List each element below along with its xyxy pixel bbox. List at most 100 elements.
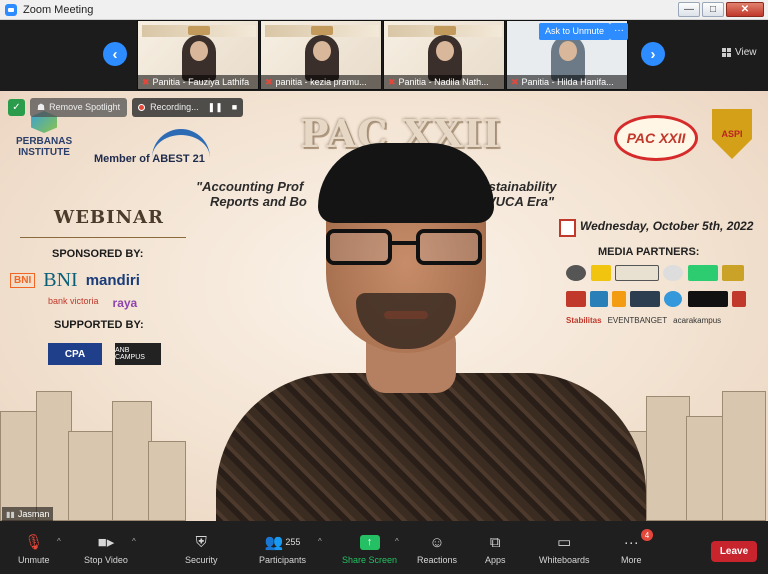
participant-label: ✖ Panitia - Fauziya Lathifa	[138, 75, 258, 89]
sponsor-logos-row2: bank victoria raya	[48, 296, 137, 310]
whiteboards-label: Whiteboards	[539, 555, 590, 565]
more-label: More	[621, 555, 642, 565]
participant-name: Panitia - Fauziya Lathifa	[152, 77, 250, 87]
muted-mic-icon: ✖	[142, 77, 150, 87]
thumbnail-strip: ‹ ✖ Panitia - Fauziya Lathifa ✖ panitia - …	[0, 20, 768, 91]
recording-indicator: Recording... ❚❚ ■	[132, 98, 244, 117]
whiteboard-icon: ▭	[557, 534, 572, 551]
stop-video-label: Stop Video	[84, 555, 128, 565]
ornament-divider	[20, 237, 186, 238]
participants-options-caret[interactable]: ^	[318, 537, 322, 546]
share-screen-label: Share Screen	[342, 555, 398, 565]
reactions-button[interactable]: ☺ Reactions	[417, 531, 458, 566]
muted-microphone-icon: 🎙	[24, 534, 44, 551]
participant-thumbnail[interactable]: ✖ panitia - kezia pramu...	[260, 20, 382, 90]
muted-mic-icon: ✖	[265, 77, 273, 87]
participant-label: ✖ Panitia - Nadila Nath...	[384, 75, 504, 89]
participant-name: Panitia - Nadila Nath...	[398, 77, 489, 87]
participant-thumbnail[interactable]: ✖ Panitia - Fauziya Lathifa	[137, 20, 259, 90]
apps-label: Apps	[485, 555, 506, 565]
share-options-caret[interactable]: ^	[395, 537, 399, 546]
reactions-label: Reactions	[417, 555, 458, 565]
notification-badge: 4	[641, 529, 653, 541]
participants-count: 255	[285, 537, 301, 547]
remove-spotlight-label: Remove Spotlight	[49, 102, 121, 112]
bank-victoria-logo: bank victoria	[48, 296, 99, 306]
abest-label: Member of ABEST 21	[94, 153, 205, 165]
bni-logo: BNI	[43, 269, 78, 291]
minimize-button[interactable]: —	[678, 2, 700, 17]
raya-logo: raya	[112, 296, 138, 310]
sponsored-by-heading: SPONSORED BY:	[52, 248, 144, 260]
recording-label: Recording...	[150, 102, 199, 112]
remove-spotlight-button[interactable]: ☗ Remove Spotlight	[30, 98, 128, 117]
participant-thumbnail[interactable]: ✖ Panitia - Nadila Nath...	[383, 20, 505, 90]
media-partner-logo	[732, 291, 746, 307]
institute-name-line1: PERBANAS	[16, 136, 73, 147]
whiteboards-button[interactable]: ▭ Whiteboards	[539, 531, 590, 565]
media-partner-logo	[664, 291, 682, 307]
sponsor-logos: BNI BNI mandiri	[10, 269, 140, 292]
apps-button[interactable]: ⧉ Apps	[485, 531, 506, 566]
more-button[interactable]: ··· 4 More	[621, 529, 653, 565]
video-options-caret[interactable]: ^	[132, 537, 136, 546]
cpa-logo: CPA	[48, 343, 102, 365]
stop-recording-button[interactable]: ■	[232, 98, 237, 117]
participants-icon: 👥 255	[264, 534, 301, 551]
share-screen-icon: ↑	[359, 531, 380, 553]
close-button[interactable]: ✕	[726, 2, 764, 17]
spotlight-icon: ☗	[37, 102, 46, 112]
ask-to-unmute-button[interactable]: Ask to Unmute	[539, 23, 611, 40]
speaker-name-tag: ▮▮ Jasman	[2, 507, 54, 521]
security-button[interactable]: ⛨ Security	[185, 531, 218, 566]
anb-campus-logo: ANB CAMPUS	[115, 343, 161, 365]
muted-mic-icon: ✖	[388, 77, 396, 87]
bni-small-logo: BNI	[10, 273, 36, 288]
acarakampus-logo: acarakampus	[673, 316, 722, 325]
maximize-button[interactable]: □	[702, 2, 724, 17]
view-button[interactable]: View	[722, 47, 757, 58]
grid-view-icon	[722, 48, 731, 57]
supported-by-heading: SUPPORTED BY:	[54, 319, 144, 331]
view-label: View	[735, 47, 757, 58]
media-partner-logo	[688, 291, 728, 307]
previous-page-button[interactable]: ‹	[103, 42, 127, 66]
participant-name: Panitia - Hilda Hanifa...	[521, 77, 614, 87]
meeting-status-bar: ✓ ☗ Remove Spotlight Recording... ❚❚ ■	[8, 98, 244, 117]
shield-icon: ⛨	[195, 533, 207, 551]
aspi-logo: ASPI	[712, 109, 752, 159]
more-dots-icon: ···	[623, 533, 639, 551]
participants-button[interactable]: 👥 255 Participants	[259, 531, 306, 565]
share-screen-button[interactable]: ↑ Share Screen	[342, 531, 397, 565]
unmute-label: Unmute	[18, 555, 50, 565]
audio-options-caret[interactable]: ^	[57, 537, 61, 546]
media-partner-logo	[663, 265, 683, 281]
left-buildings-illustration	[0, 381, 190, 521]
signal-bars-icon: ▮▮	[6, 510, 15, 519]
participant-name: panitia - kezia pramu...	[275, 77, 367, 87]
recording-dot-icon	[138, 104, 146, 111]
unmute-button[interactable]: 🎙 Unmute	[18, 531, 50, 565]
security-shield-icon: ✓	[8, 99, 25, 116]
smiley-icon: ☺	[429, 533, 445, 551]
window-title: Zoom Meeting	[23, 3, 94, 16]
pause-recording-button[interactable]: ❚❚	[208, 98, 223, 117]
media-partner-logo	[722, 265, 744, 281]
media-partner-logo	[688, 265, 718, 281]
participants-label: Participants	[259, 555, 307, 565]
title-bar: Zoom Meeting — □ ✕	[0, 0, 768, 20]
stop-video-button[interactable]: ■▸ Stop Video	[84, 531, 128, 565]
presenter-video	[196, 143, 666, 521]
zoom-app-icon	[5, 3, 17, 16]
muted-mic-icon: ✖	[511, 77, 519, 87]
window-controls: — □ ✕	[678, 2, 764, 17]
video-camera-icon: ■▸	[97, 534, 115, 551]
security-label: Security	[185, 555, 218, 565]
webinar-heading: WEBINAR	[54, 207, 164, 228]
thumbnail-more-button[interactable]: ···	[610, 23, 628, 40]
spotlight-video: ✓ ☗ Remove Spotlight Recording... ❚❚ ■ PE…	[0, 91, 768, 521]
next-page-button[interactable]: ›	[641, 42, 665, 66]
institute-name-line2: INSTITUTE	[18, 147, 70, 158]
participant-label: ✖ Panitia - Hilda Hanifa...	[507, 75, 627, 89]
leave-button[interactable]: Leave	[711, 541, 757, 562]
